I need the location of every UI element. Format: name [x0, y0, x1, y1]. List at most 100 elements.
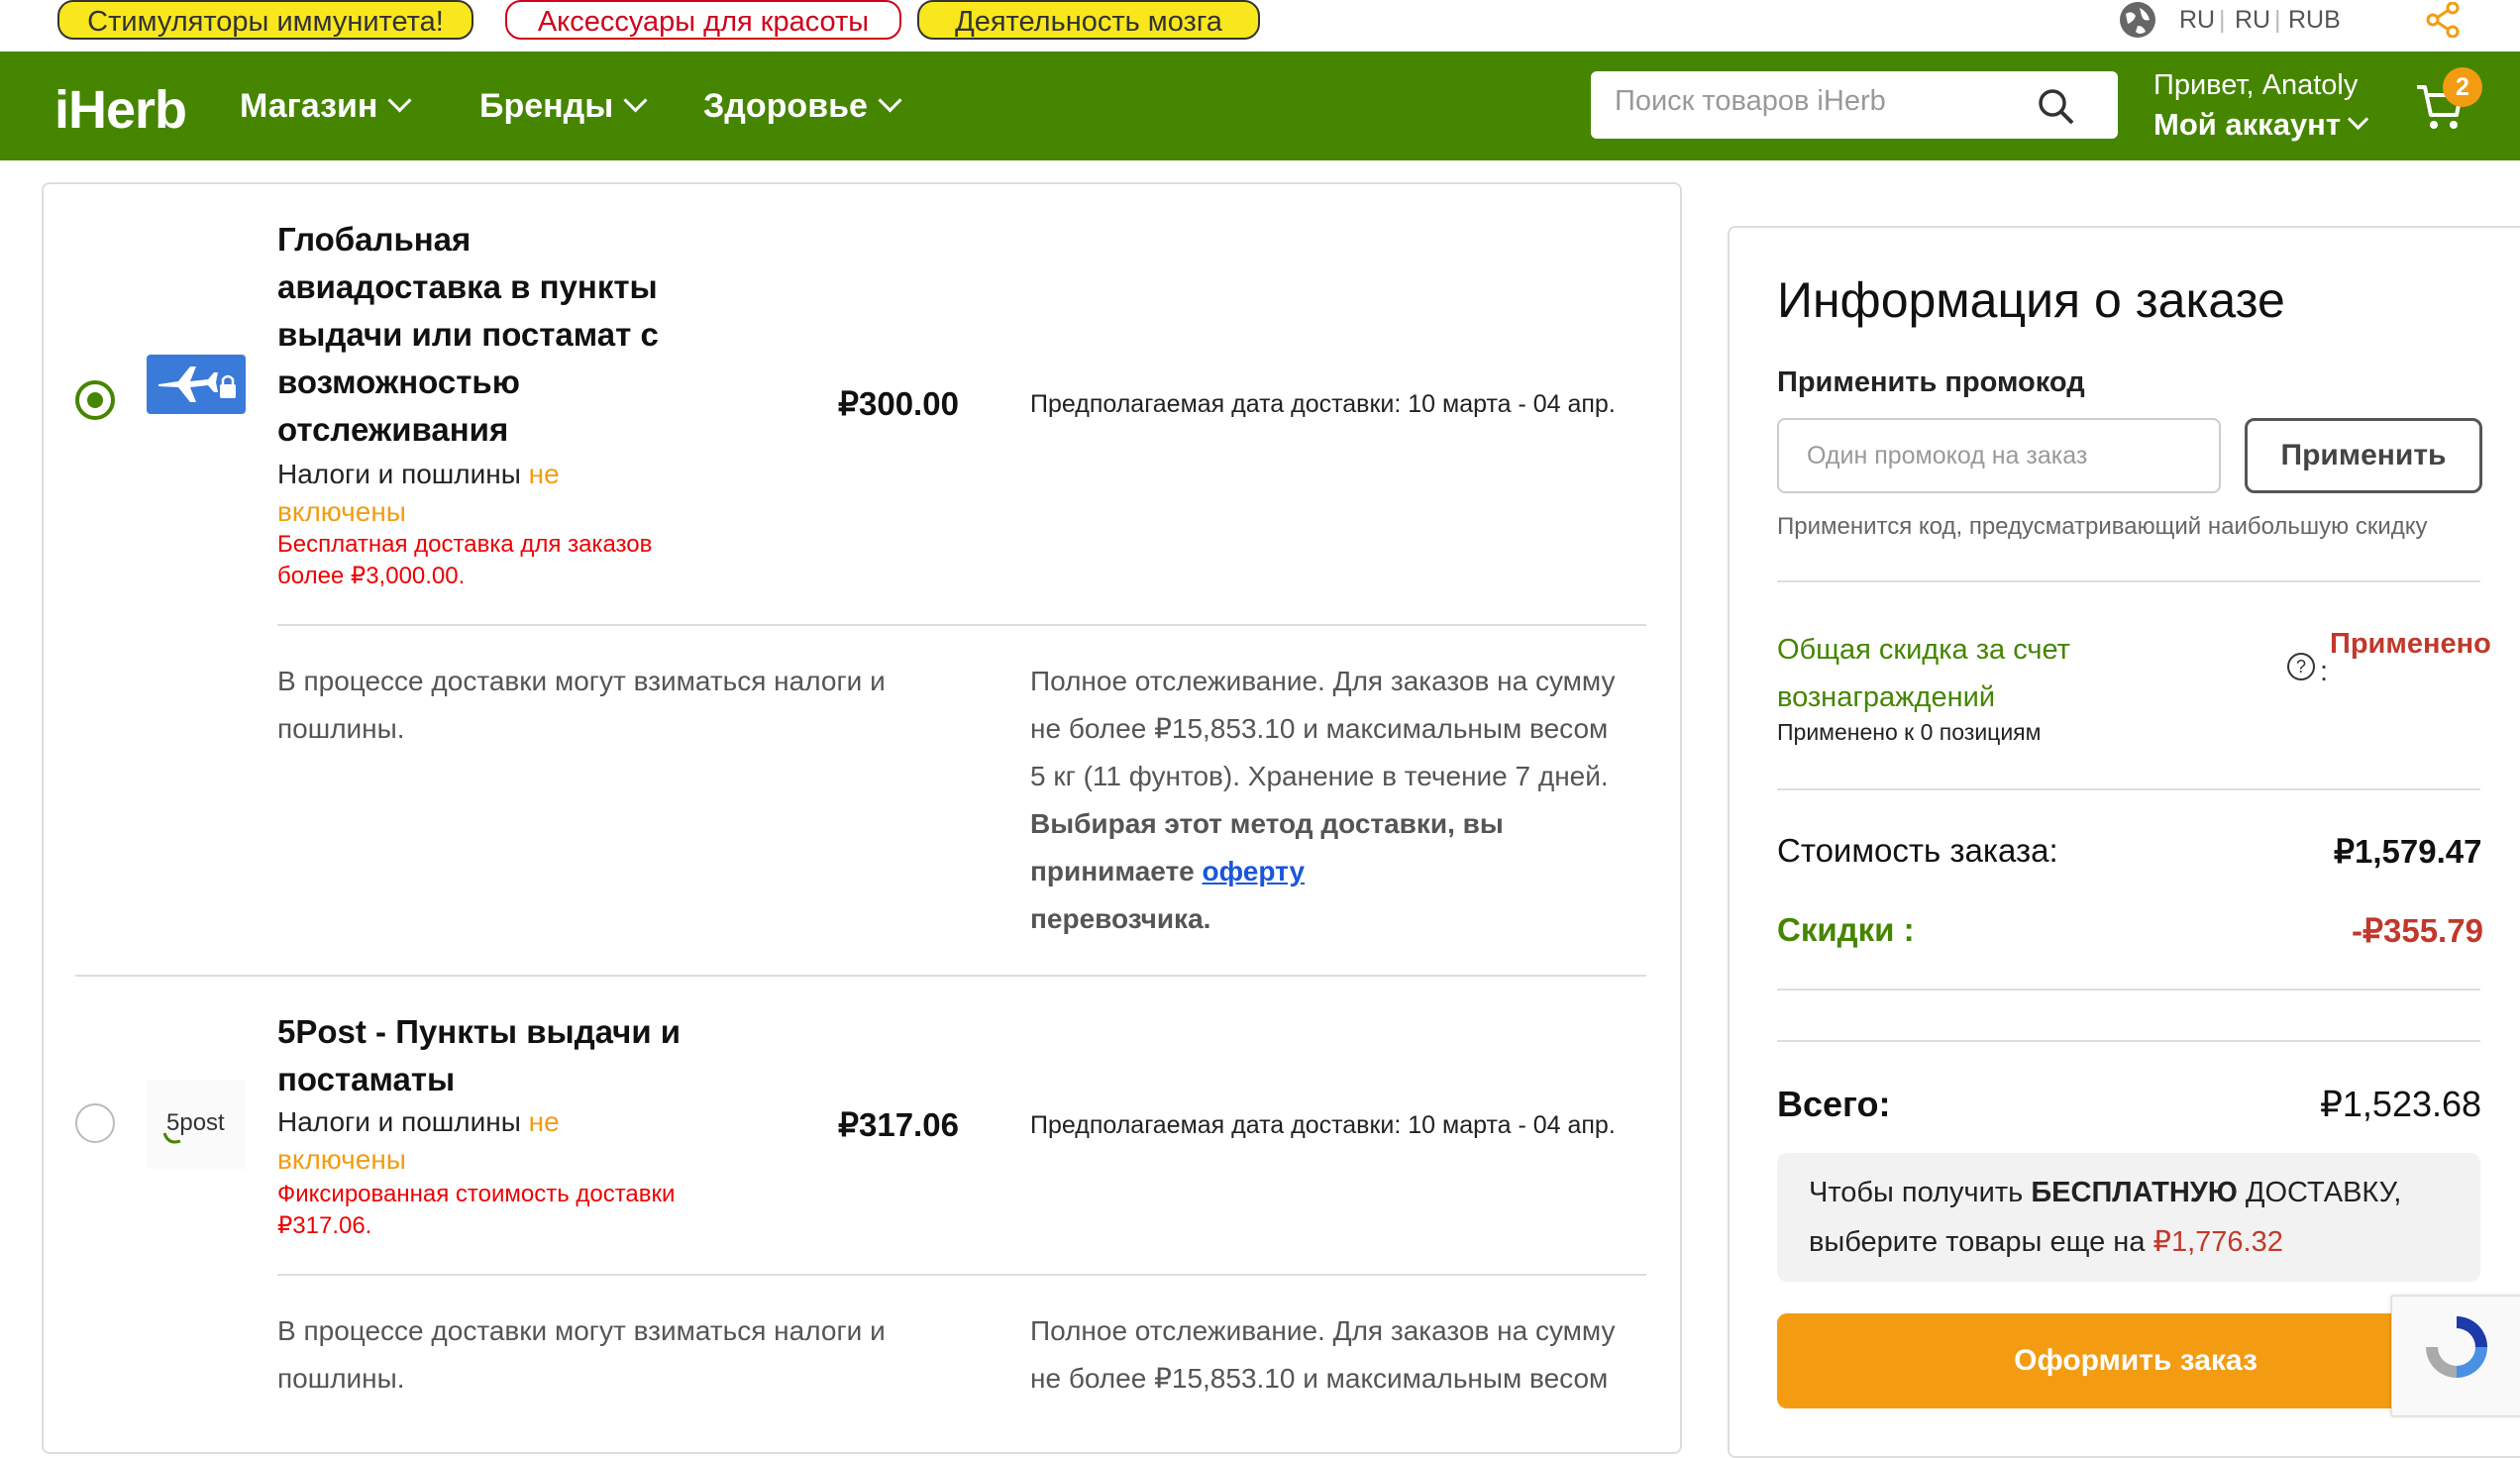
total-value: ₽1,523.68 — [2320, 1084, 2482, 1124]
detail-line: В процессе доставки могут взиматься нало… — [277, 666, 886, 696]
detail-line: пошлины. — [277, 713, 405, 744]
tax-suffix: включены — [277, 1144, 406, 1175]
help-icon[interactable]: ? — [2286, 652, 2316, 681]
apply-promo-button[interactable]: Применить — [2245, 418, 2482, 493]
cart-count-badge: 2 — [2443, 67, 2482, 107]
shipping-price: ₽317.06 — [838, 1106, 959, 1143]
chevron-down-icon — [2347, 108, 2369, 131]
free-shipping-line1: Чтобы получить БЕСПЛАТНУЮ ДОСТАВКУ, — [1809, 1177, 2401, 1209]
divider — [75, 975, 1646, 977]
nav-shop[interactable]: Магазин — [240, 87, 413, 126]
language-ru-1[interactable]: RU — [2179, 0, 2215, 40]
svg-text:?: ? — [2296, 657, 2306, 677]
divider — [1777, 580, 2480, 582]
free-text: выберите товары еще на — [1809, 1226, 2146, 1258]
promo-hint: Применится код, предусматривающий наибол… — [1777, 513, 2428, 540]
separator: | — [2274, 6, 2281, 34]
title-line: авиадоставка в пункты — [277, 268, 658, 305]
nav-health[interactable]: Здоровье — [703, 87, 902, 126]
divider — [277, 1274, 1646, 1276]
shipping-radio-global[interactable] — [75, 380, 115, 420]
tax-not: не — [528, 459, 560, 489]
free-amount: ₽1,776.32 — [2152, 1226, 2283, 1258]
tax-detail: В процессе доставки могут взиматься нало… — [277, 658, 971, 753]
offer-text: Выбирая этот метод доставки, вы — [1030, 808, 1504, 839]
reward-discount-label: Общая скидка за счет вознаграждений — [1777, 626, 2070, 721]
promo-pill-immunity[interactable]: Стимуляторы иммунитета! — [57, 0, 473, 40]
subtotal-label: Стоимость заказа: — [1777, 832, 2058, 869]
order-summary-title: Информация о заказе — [1777, 272, 2285, 328]
detail-line: В процессе доставки могут взиматься нало… — [277, 1315, 886, 1346]
title-line: возможностью — [277, 364, 520, 400]
free-bold: БЕСПЛАТНУЮ — [2031, 1177, 2238, 1208]
divider — [1777, 989, 2480, 990]
nav-health-label: Здоровье — [703, 87, 868, 125]
checkout-button[interactable]: Оформить заказ — [1777, 1313, 2494, 1408]
divider — [1777, 1040, 2480, 1042]
title-line: отслеживания — [277, 411, 509, 448]
globe-icon[interactable] — [2118, 0, 2157, 40]
recaptcha-badge[interactable] — [2391, 1296, 2520, 1416]
shipping-price: ₽300.00 — [838, 385, 959, 422]
promo-label: Применить промокод — [1777, 366, 2085, 398]
detail-line: не более ₽15,853.10 и максимальным весом — [1030, 1363, 1609, 1394]
chevron-down-icon — [878, 88, 902, 113]
title-line: Глобальная — [277, 221, 472, 258]
reward-line: вознаграждений — [1777, 681, 1996, 713]
offer-text: перевозчика. — [1030, 903, 1211, 934]
title-line: постаматы — [277, 1061, 456, 1097]
greeting: Привет, Anatoly — [2153, 69, 2359, 101]
free-text: Чтобы получить — [1809, 1177, 2024, 1208]
currency-rub[interactable]: RUB — [2288, 0, 2341, 40]
free-text: ДОСТАВКУ, — [2245, 1177, 2402, 1208]
top-promo-bar: Стимуляторы иммунитета! Аксессуары для к… — [0, 0, 2520, 52]
tax-not: не — [528, 1106, 560, 1137]
free-shipping-line2: выберите товары еще на ₽1,776.32 — [1809, 1224, 2283, 1259]
tracking-detail: Полное отслеживание. Для заказов на сумм… — [1030, 658, 1664, 943]
shipping-title-global: Глобальная авиадоставка в пункты выдачи … — [277, 216, 693, 454]
tax-prefix: Налоги и пошлины — [277, 1106, 521, 1137]
title-line: 5Post - Пункты выдачи и — [277, 1013, 682, 1050]
detail-line: не более ₽15,853.10 и максимальным весом — [1030, 713, 1609, 744]
tax-detail: В процессе доставки могут взиматься нало… — [277, 1307, 971, 1403]
delivery-date: Предполагаемая дата доставки: 10 марта -… — [1030, 1111, 1616, 1139]
airplane-lock-icon — [147, 355, 246, 414]
detail-line: пошлины. — [277, 1363, 405, 1394]
search-icon[interactable] — [2037, 87, 2076, 127]
account-menu[interactable]: Мой аккаунт — [2153, 107, 2369, 143]
nav-brands[interactable]: Бренды — [479, 87, 648, 126]
fixed-cost-note: Фиксированная стоимость доставки ₽317.06… — [277, 1179, 733, 1242]
language-ru-2[interactable]: RU — [2235, 0, 2270, 40]
reward-applied-status: Применено — [2330, 628, 2491, 660]
discount-label-text: Скидки — [1777, 911, 1895, 948]
chevron-down-icon — [387, 88, 413, 113]
detail-line: Полное отслеживание. Для заказов на сумм… — [1030, 1315, 1616, 1346]
reward-line: Общая скидка за счет — [1777, 634, 2070, 666]
discount-label: Скидки : — [1777, 911, 1915, 949]
divider — [277, 624, 1646, 626]
tax-note: Налоги и пошлины не включены — [277, 456, 693, 531]
separator: | — [2219, 6, 2226, 34]
promo-pill-beauty[interactable]: Аксессуары для красоты — [505, 0, 901, 40]
offer-link[interactable]: оферту — [1203, 856, 1306, 886]
shipping-radio-5post[interactable] — [75, 1103, 115, 1143]
subtotal-value: ₽1,579.47 — [2334, 833, 2482, 870]
promo-pill-brain[interactable]: Деятельность мозга — [917, 0, 1260, 40]
note-line: Бесплатная доставка для заказов — [277, 531, 653, 558]
promo-code-input[interactable]: Один промокод на заказ — [1777, 418, 2221, 493]
note-line: более ₽3,000.00. — [277, 563, 466, 589]
total-label: Всего: — [1777, 1084, 1891, 1124]
5post-logo: 5post — [147, 1080, 246, 1169]
search-input[interactable]: Поиск товаров iHerb — [1591, 71, 2118, 139]
iherb-logo[interactable]: iHerb — [54, 79, 187, 141]
shipping-title-5post: 5Post - Пункты выдачи и постаматы — [277, 1008, 713, 1103]
promo-placeholder: Один промокод на заказ — [1807, 442, 2088, 469]
divider — [1777, 788, 2480, 790]
share-icon[interactable] — [2425, 2, 2461, 38]
reward-colon: : — [2320, 656, 2329, 687]
detail-line: Полное отслеживание. Для заказов на сумм… — [1030, 666, 1616, 696]
discount-colon: : — [1903, 911, 1915, 948]
search-placeholder: Поиск товаров iHerb — [1615, 85, 1886, 117]
detail-line: 5 кг (11 фунтов). Хранение в течение 7 д… — [1030, 761, 1609, 791]
delivery-date: Предполагаемая дата доставки: 10 марта -… — [1030, 390, 1616, 418]
